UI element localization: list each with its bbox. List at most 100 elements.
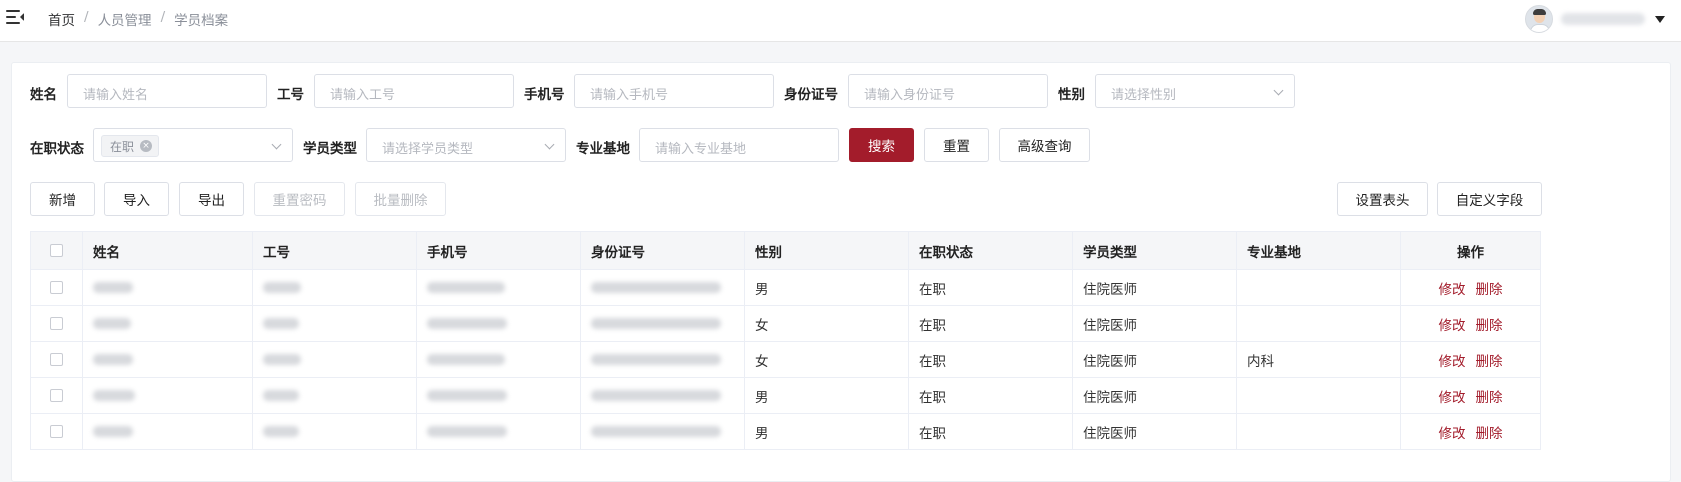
edit-link[interactable]: 修改 [1439, 390, 1466, 406]
caret-down-icon[interactable] [1655, 15, 1665, 23]
delete-link[interactable]: 删除 [1476, 390, 1503, 406]
table-row[interactable]: 男在职 住院医师 修改 删除 [30, 413, 1541, 450]
name-cell [82, 377, 253, 414]
id-card-input[interactable]: 请输入身份证号 [848, 74, 1048, 108]
job-no-placeholder: 请输入工号 [330, 88, 396, 103]
phone-cell [416, 305, 581, 342]
avatar[interactable] [1525, 5, 1553, 33]
column-header: 学员类型 [1072, 231, 1237, 270]
redacted-name [93, 318, 131, 329]
name-input[interactable]: 请输入姓名 [67, 74, 267, 108]
base-input[interactable]: 请输入专业基地 [639, 128, 839, 162]
row-checkbox[interactable] [50, 353, 63, 366]
table-header-row: 姓名 工号 手机号 身份证号 性别 在职状态 学员类型 专业基地 操作 [30, 231, 1541, 270]
name-cell [82, 305, 253, 342]
select-all-checkbox[interactable] [50, 244, 63, 257]
gender-select[interactable]: 请选择性别 [1095, 74, 1295, 108]
name-cell [82, 269, 253, 306]
chevron-down-icon [544, 139, 555, 150]
status-cell: 在职 [908, 305, 1073, 342]
base-label: 专业基地 [576, 141, 630, 157]
status-cell: 在职 [908, 341, 1073, 378]
name-cell [82, 341, 253, 378]
job-no-input[interactable]: 请输入工号 [314, 74, 514, 108]
edit-link[interactable]: 修改 [1439, 354, 1466, 370]
table-row[interactable]: 男在职 住院医师 修改 删除 [30, 269, 1541, 306]
redacted-phone [427, 282, 505, 293]
job-no-cell [252, 341, 417, 378]
menu-toggle-icon[interactable] [6, 9, 24, 25]
row-checkbox[interactable] [50, 425, 63, 438]
table-row[interactable]: 男在职 住院医师 修改 删除 [30, 377, 1541, 414]
edit-link[interactable]: 修改 [1439, 318, 1466, 334]
redacted-job-no [263, 354, 301, 365]
delete-link[interactable]: 删除 [1476, 282, 1503, 298]
edit-link[interactable]: 修改 [1439, 426, 1466, 442]
redacted-name [93, 354, 133, 365]
breadcrumb-separator: / [160, 9, 166, 25]
student-type-select[interactable]: 请选择学员类型 [366, 128, 566, 162]
column-header: 身份证号 [580, 231, 745, 270]
main-card: 姓名 请输入姓名 工号 请输入工号 手机号 请输入手机号 身份证号 请输入身份证… [11, 62, 1671, 482]
gender-cell: 男 [744, 413, 909, 450]
status-cell: 在职 [908, 377, 1073, 414]
redacted-job-no [263, 390, 299, 401]
row-checkbox[interactable] [50, 281, 63, 294]
phone-cell [416, 341, 581, 378]
row-select-cell [30, 305, 83, 342]
redacted-phone [427, 426, 507, 437]
user-menu[interactable] [1525, 5, 1665, 33]
table-row[interactable]: 女在职 住院医师 修改 删除 [30, 305, 1541, 342]
status-cell: 在职 [908, 269, 1073, 306]
search-button[interactable]: 搜索 [849, 128, 914, 162]
phone-cell [416, 269, 581, 306]
name-cell [82, 413, 253, 450]
name-placeholder: 请输入姓名 [83, 88, 149, 103]
table-row[interactable]: 女在职 住院医师 内科 修改 删除 [30, 341, 1541, 378]
base-cell [1236, 305, 1401, 342]
status-label: 在职状态 [30, 141, 84, 157]
export-button[interactable]: 导出 [179, 182, 244, 216]
delete-link[interactable]: 删除 [1476, 318, 1503, 334]
username-blurred [1561, 13, 1645, 25]
top-bar: 首页 / 人员管理 / 学员档案 [0, 0, 1681, 42]
import-button[interactable]: 导入 [104, 182, 169, 216]
row-checkbox[interactable] [50, 389, 63, 402]
gender-placeholder: 请选择性别 [1111, 88, 1177, 103]
advanced-search-button[interactable]: 高级查询 [999, 128, 1090, 162]
edit-link[interactable]: 修改 [1439, 282, 1466, 298]
redacted-name [93, 426, 133, 437]
phone-cell [416, 377, 581, 414]
select-all-cell [30, 231, 83, 270]
redacted-id-card [591, 354, 721, 365]
student-type-cell: 住院医师 [1072, 305, 1237, 342]
id-card-placeholder: 请输入身份证号 [864, 88, 956, 103]
reset-password-button[interactable]: 重置密码 [254, 182, 345, 216]
custom-field-button[interactable]: 自定义字段 [1437, 182, 1542, 216]
phone-placeholder: 请输入手机号 [590, 88, 669, 103]
breadcrumb-personnel[interactable]: 人员管理 [98, 9, 152, 29]
set-header-button[interactable]: 设置表头 [1337, 182, 1428, 216]
gender-cell: 男 [744, 269, 909, 306]
chevron-down-icon [1273, 85, 1284, 96]
student-type-cell: 住院医师 [1072, 341, 1237, 378]
phone-input[interactable]: 请输入手机号 [574, 74, 774, 108]
row-checkbox[interactable] [50, 317, 63, 330]
add-button[interactable]: 新增 [30, 182, 95, 216]
batch-delete-button[interactable]: 批量删除 [355, 182, 446, 216]
base-placeholder: 请输入专业基地 [655, 142, 747, 157]
delete-link[interactable]: 删除 [1476, 354, 1503, 370]
status-tag-label: 在职 [110, 139, 135, 154]
delete-link[interactable]: 删除 [1476, 426, 1503, 442]
status-select[interactable]: 在职 × [93, 128, 293, 162]
redacted-id-card [591, 282, 721, 293]
id-card-cell [580, 341, 745, 378]
row-select-cell [30, 269, 83, 306]
breadcrumb-home[interactable]: 首页 [48, 9, 75, 29]
row-select-cell [30, 413, 83, 450]
gender-cell: 女 [744, 341, 909, 378]
close-icon[interactable]: × [140, 140, 153, 152]
reset-button[interactable]: 重置 [924, 128, 989, 162]
redacted-id-card [591, 318, 721, 329]
job-no-cell [252, 269, 417, 306]
